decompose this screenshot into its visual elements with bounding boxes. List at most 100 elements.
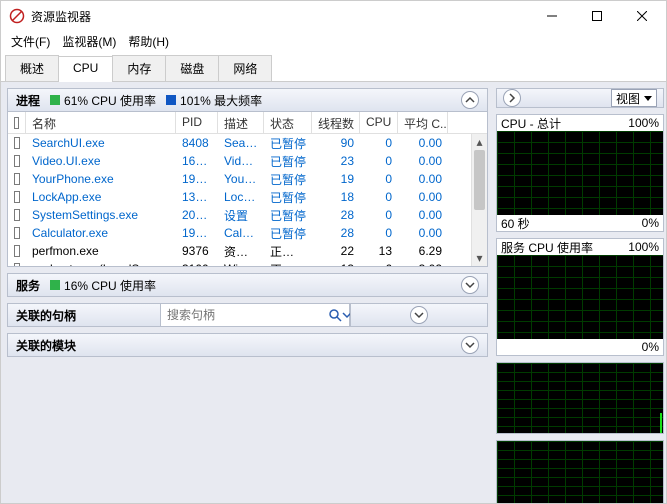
search-icon[interactable] (328, 304, 342, 326)
col-status[interactable]: 状态 (264, 112, 312, 133)
chevron-down-icon (644, 94, 652, 102)
col-pid[interactable]: PID (176, 112, 218, 133)
cell-avg: 0.00 (398, 190, 448, 204)
handle-search-input[interactable] (161, 305, 328, 325)
chart-cpu-total-area (497, 131, 663, 215)
services-expand-button[interactable] (461, 276, 479, 294)
cell-avg: 0.00 (398, 154, 448, 168)
col-name[interactable]: 名称 (26, 112, 176, 133)
chart-services-min: 0% (642, 340, 659, 354)
cell-status: 正在运行 (264, 261, 312, 267)
col-threads[interactable]: 线程数 (312, 112, 360, 133)
view-dropdown[interactable]: 视图 (611, 89, 657, 107)
row-checkbox[interactable] (8, 227, 26, 239)
col-check[interactable] (8, 112, 26, 133)
cpu-usage-swatch (50, 95, 60, 105)
cell-name: Calculator.exe (26, 226, 176, 240)
tab-cpu[interactable]: CPU (58, 56, 113, 82)
cell-pid: 3100 (176, 262, 218, 266)
cell-cpu: 13 (360, 244, 398, 258)
table-row[interactable]: YourPhone.exe19136YourP...已暂停1900.00 (8, 170, 487, 188)
charts-collapse-button[interactable] (503, 89, 521, 107)
modules-expand-button[interactable] (461, 336, 479, 354)
cell-name: SearchUI.exe (26, 136, 176, 150)
table-row[interactable]: LockApp.exe13228LockA...已暂停1800.00 (8, 188, 487, 206)
cell-pid: 20436 (176, 208, 218, 222)
processes-header[interactable]: 进程 61% CPU 使用率 101% 最大频率 (7, 88, 488, 112)
handles-expand[interactable] (350, 303, 488, 327)
cell-cpu: 0 (360, 136, 398, 150)
cell-name: svchost.exe (LocalServiceN... (26, 262, 176, 266)
tab-memory[interactable]: 内存 (112, 55, 166, 81)
chart-cpu-total-min: 0% (642, 216, 659, 230)
cell-status: 已暂停 (264, 135, 312, 152)
cell-avg: 0.00 (398, 136, 448, 150)
chart-extra-1 (496, 362, 664, 434)
handles-header[interactable]: 关联的句柄 (7, 303, 160, 327)
col-cpu[interactable]: CPU (360, 112, 398, 133)
row-checkbox[interactable] (8, 263, 26, 266)
max-freq-stat: 101% 最大频率 (166, 92, 262, 109)
processes-collapse-button[interactable] (461, 91, 479, 109)
scroll-thumb[interactable] (474, 150, 485, 210)
scroll-up-icon[interactable]: ▴ (472, 134, 487, 150)
cell-pid: 8408 (176, 136, 218, 150)
cell-cpu: 0 (360, 154, 398, 168)
processes-scrollbar[interactable]: ▴ ▾ (471, 134, 487, 266)
cell-cpu: 0 (360, 226, 398, 240)
cell-cpu: 0 (360, 190, 398, 204)
row-checkbox[interactable] (8, 137, 26, 149)
table-row[interactable]: perfmon.exe9376资源和...正在运行22136.29 (8, 242, 487, 260)
tab-network[interactable]: 网络 (218, 55, 272, 81)
table-row[interactable]: SearchUI.exe8408Search...已暂停9000.00 (8, 134, 487, 152)
tab-disk[interactable]: 磁盘 (165, 55, 219, 81)
table-row[interactable]: svchost.exe (LocalServiceN...3100Windo..… (8, 260, 487, 266)
cell-avg: 6.29 (398, 244, 448, 258)
processes-table-body: SearchUI.exe8408Search...已暂停9000.00Video… (8, 134, 487, 266)
cell-desc: Windo... (218, 262, 264, 266)
table-row[interactable]: Calculator.exe19044Calcul...已暂停2800.00 (8, 224, 487, 242)
menu-monitor[interactable]: 监视器(M) (56, 33, 122, 50)
table-row[interactable]: Video.UI.exe16096Video ...已暂停2300.00 (8, 152, 487, 170)
menubar: 文件(F) 监视器(M) 帮助(H) (1, 31, 666, 51)
menu-file[interactable]: 文件(F) (5, 33, 56, 50)
cpu-usage-stat: 61% CPU 使用率 (50, 92, 156, 109)
view-dropdown-label: 视图 (616, 90, 640, 107)
services-cpu-stat: 16% CPU 使用率 (50, 277, 156, 294)
row-checkbox[interactable] (8, 191, 26, 203)
tab-overview[interactable]: 概述 (5, 55, 59, 81)
cell-status: 已暂停 (264, 207, 312, 224)
modules-header[interactable]: 关联的模块 (7, 333, 488, 357)
row-checkbox[interactable] (8, 209, 26, 221)
row-checkbox[interactable] (8, 155, 26, 167)
minimize-button[interactable] (529, 2, 574, 30)
scroll-down-icon[interactable]: ▾ (472, 250, 487, 266)
maximize-button[interactable] (574, 2, 619, 30)
col-avg[interactable]: 平均 C... (398, 112, 448, 133)
cell-threads: 18 (312, 190, 360, 204)
cell-name: LockApp.exe (26, 190, 176, 204)
table-row[interactable]: SystemSettings.exe20436设置已暂停2800.00 (8, 206, 487, 224)
row-checkbox[interactable] (8, 173, 26, 185)
max-freq-text: 101% 最大频率 (180, 92, 262, 109)
cell-avg: 0.00 (398, 208, 448, 222)
processes-panel: 进程 61% CPU 使用率 101% 最大频率 名称 (7, 88, 488, 267)
chart-extra-2-area (497, 441, 663, 503)
cell-name: SystemSettings.exe (26, 208, 176, 222)
services-header[interactable]: 服务 16% CPU 使用率 (7, 273, 488, 297)
services-cpu-text: 16% CPU 使用率 (64, 277, 156, 294)
right-top-bar: 视图 (496, 88, 664, 108)
handles-expand-button[interactable] (410, 306, 428, 324)
cell-desc: Calcul... (218, 226, 264, 240)
row-checkbox[interactable] (8, 245, 26, 257)
cell-pid: 19136 (176, 172, 218, 186)
chart-extra-1-area (497, 363, 663, 433)
col-desc[interactable]: 描述 (218, 112, 264, 133)
content-area: 进程 61% CPU 使用率 101% 最大频率 名称 (1, 82, 666, 503)
cell-cpu: 6 (360, 262, 398, 266)
chart-services-max: 100% (628, 240, 659, 254)
titlebar: 资源监视器 (1, 1, 666, 31)
close-button[interactable] (619, 2, 664, 30)
processes-table-header: 名称 PID 描述 状态 线程数 CPU 平均 C... (8, 112, 487, 134)
menu-help[interactable]: 帮助(H) (122, 33, 175, 50)
